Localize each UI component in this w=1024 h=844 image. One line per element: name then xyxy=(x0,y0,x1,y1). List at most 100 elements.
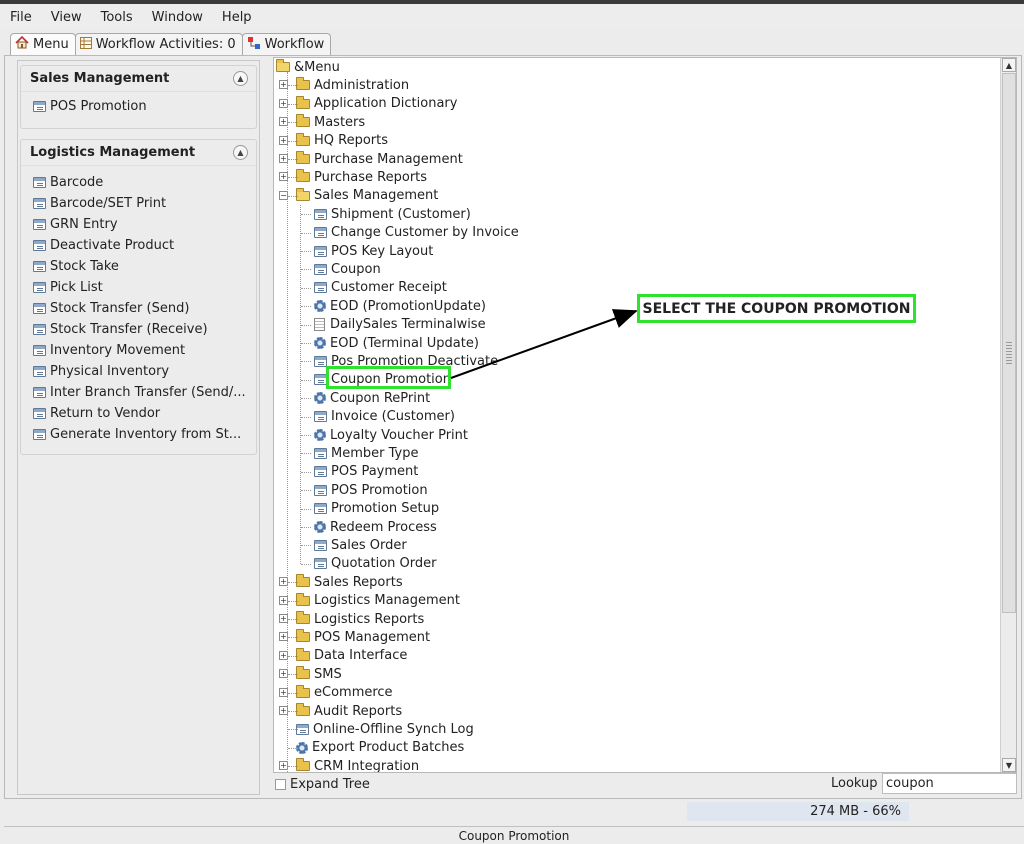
fav-item[interactable]: Barcode xyxy=(21,172,256,193)
window-icon xyxy=(314,245,327,257)
scrollbar-thumb[interactable] xyxy=(1002,73,1016,613)
tab-workflow-label: Workflow xyxy=(264,37,325,52)
window-icon xyxy=(314,558,327,570)
expand-tree-label: Expand Tree xyxy=(290,776,370,792)
logistics-management-header[interactable]: Logistics Management ▲ xyxy=(21,140,256,166)
memory-indicator[interactable]: 274 MB - 66% xyxy=(687,802,909,821)
folder-icon xyxy=(296,647,310,661)
tree-item[interactable]: POS Payment xyxy=(314,463,418,481)
tree-item[interactable]: DailySales Terminalwise xyxy=(314,316,486,334)
fav-item[interactable]: Deactivate Product xyxy=(21,235,256,256)
window-icon xyxy=(33,345,46,356)
collapse-icon[interactable]: ▲ xyxy=(233,71,248,86)
fav-item[interactable]: Barcode/SET Print xyxy=(21,193,256,214)
tree-folder[interactable]: Sales Reports xyxy=(296,573,403,591)
fav-item[interactable]: Return to Vendor xyxy=(21,403,256,424)
folder-icon xyxy=(296,629,310,643)
tree-item[interactable]: Redeem Process xyxy=(314,518,437,536)
tree-item[interactable]: Customer Receipt xyxy=(314,279,447,297)
tree-folder[interactable]: Purchase Reports xyxy=(296,168,427,186)
tree-item[interactable]: Coupon RePrint xyxy=(314,389,430,407)
favorites-pane: Sales Management ▲ POS Promotion Logisti… xyxy=(17,60,260,795)
tree-folder[interactable]: HQ Reports xyxy=(296,132,388,150)
fav-item[interactable]: Stock Transfer (Receive) xyxy=(21,319,256,340)
folder-icon xyxy=(296,758,310,772)
window-icon xyxy=(33,366,46,377)
folder-icon xyxy=(296,666,310,680)
tree-item[interactable]: Online-Offline Synch Log xyxy=(296,720,474,738)
fav-pos-promotion[interactable]: POS Promotion xyxy=(21,96,256,117)
fav-item[interactable]: Stock Take xyxy=(21,256,256,277)
fav-item[interactable]: Generate Inventory from St... xyxy=(21,424,256,445)
tree-folder[interactable]: Logistics Management xyxy=(296,592,460,610)
menu-view[interactable]: View xyxy=(51,10,82,25)
window-icon xyxy=(314,466,327,478)
annotation-callout: SELECT THE COUPON PROMOTION xyxy=(637,294,916,323)
fav-item[interactable]: GRN Entry xyxy=(21,214,256,235)
window-icon xyxy=(314,208,327,220)
tree-folder[interactable]: Masters xyxy=(296,113,365,131)
window-icon xyxy=(33,240,46,251)
tab-workflow-activities[interactable]: Workflow Activities: 0 xyxy=(74,33,243,55)
tree-folder[interactable]: Data Interface xyxy=(296,647,407,665)
menu-window[interactable]: Window xyxy=(152,10,203,25)
tree-item[interactable]: POS Promotion xyxy=(314,481,428,499)
window-icon xyxy=(33,198,46,209)
tree-folder[interactable]: CRM Integration xyxy=(296,757,419,772)
tree-folder[interactable]: eCommerce xyxy=(296,684,393,702)
collapse-icon[interactable]: ▲ xyxy=(233,145,248,160)
tree-item[interactable]: EOD (Terminal Update) xyxy=(314,334,479,352)
tree-item[interactable]: Invoice (Customer) xyxy=(314,408,455,426)
selection-highlight xyxy=(326,366,451,389)
tree-item[interactable]: Export Product Batches xyxy=(296,739,464,757)
tree-item[interactable]: Quotation Order xyxy=(314,555,436,573)
tree-folder[interactable]: POS Management xyxy=(296,628,430,646)
fav-item[interactable]: Stock Transfer (Send) xyxy=(21,298,256,319)
tree-item[interactable]: Coupon xyxy=(314,260,381,278)
fav-item[interactable]: Inter Branch Transfer (Send/... xyxy=(21,382,256,403)
window-icon xyxy=(314,263,327,275)
sales-management-title: Sales Management xyxy=(30,71,170,86)
vertical-scrollbar[interactable]: ▲ ▼ xyxy=(1000,58,1016,772)
tree-root[interactable]: &Menu xyxy=(276,58,340,76)
tab-workflow[interactable]: Workflow xyxy=(241,33,332,55)
tree-item[interactable]: Shipment (Customer) xyxy=(314,205,471,223)
scroll-up-icon[interactable]: ▲ xyxy=(1002,58,1016,72)
window-icon xyxy=(33,177,46,188)
tree-item[interactable]: Sales Order xyxy=(314,536,407,554)
tree-item[interactable]: POS Key Layout xyxy=(314,242,433,260)
scroll-down-icon[interactable]: ▼ xyxy=(1002,758,1016,772)
tree-folder[interactable]: Administration xyxy=(296,76,409,94)
window-icon xyxy=(314,484,327,496)
tree-item[interactable]: Loyalty Voucher Print xyxy=(314,426,468,444)
tree-folder[interactable]: Sales Management xyxy=(296,187,438,205)
tab-menu[interactable]: Menu xyxy=(10,33,76,55)
tree-folder[interactable]: Logistics Reports xyxy=(296,610,424,628)
tree-item[interactable]: Promotion Setup xyxy=(314,500,439,518)
fav-item[interactable]: Pick List xyxy=(21,277,256,298)
workflow-icon xyxy=(247,36,261,54)
tree-item[interactable]: EOD (PromotionUpdate) xyxy=(314,297,486,315)
tree-folder[interactable]: Application Dictionary xyxy=(296,95,457,113)
menu-bar: File View Tools Window Help xyxy=(0,4,1024,30)
expand-tree-checkbox[interactable] xyxy=(275,778,286,790)
menu-tools[interactable]: Tools xyxy=(101,10,133,25)
tree-folder[interactable]: Audit Reports xyxy=(296,702,402,720)
tree-folder[interactable]: Purchase Management xyxy=(296,150,463,168)
folder-icon xyxy=(296,77,310,91)
fav-item[interactable]: Inventory Movement xyxy=(21,340,256,361)
tree-item[interactable]: Member Type xyxy=(314,444,418,462)
menu-help[interactable]: Help xyxy=(222,10,252,25)
report-icon xyxy=(314,318,325,332)
lookup-input[interactable] xyxy=(882,773,1017,794)
folder-icon xyxy=(276,59,290,72)
status-bar: Coupon Promotion xyxy=(4,826,1024,844)
fav-item[interactable]: Physical Inventory xyxy=(21,361,256,382)
tree-item[interactable]: Change Customer by Invoice xyxy=(314,224,519,242)
tree-folder[interactable]: SMS xyxy=(296,665,342,683)
menu-file[interactable]: File xyxy=(10,10,32,25)
sales-management-header[interactable]: Sales Management ▲ xyxy=(21,66,256,92)
window-icon xyxy=(33,303,46,314)
annotation-text: SELECT THE COUPON PROMOTION xyxy=(642,300,911,317)
process-icon xyxy=(314,337,326,349)
